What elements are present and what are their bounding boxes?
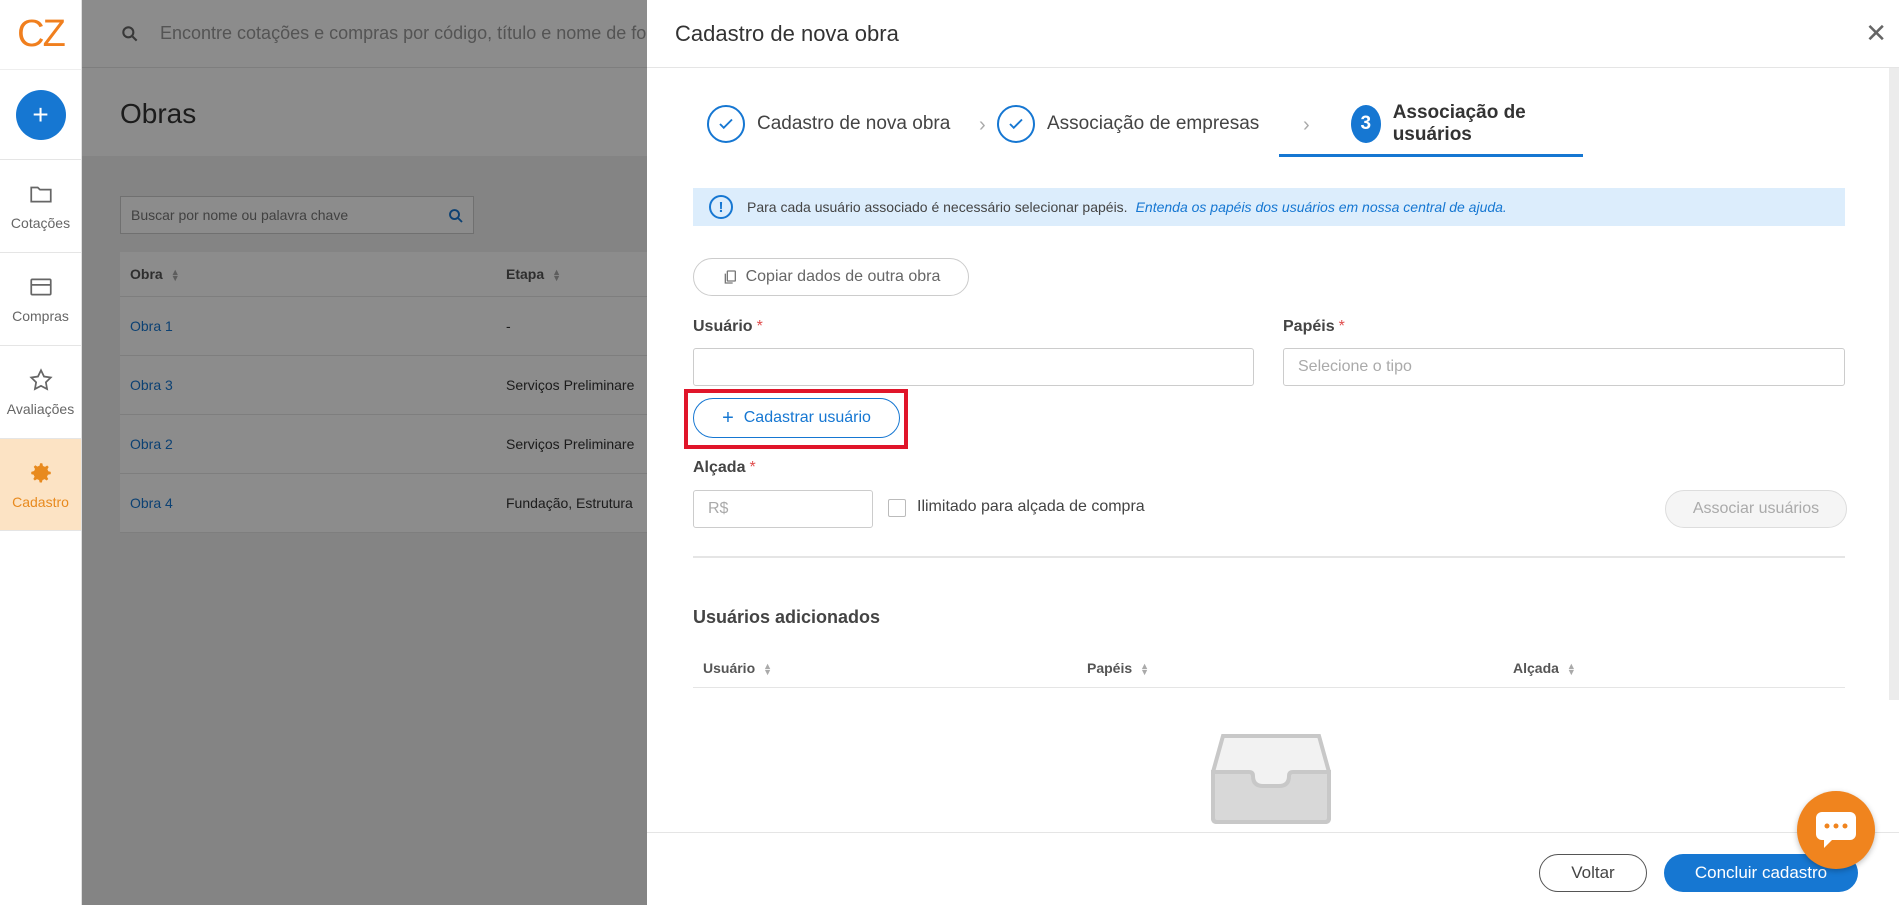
alcada-label: Alçada * <box>693 459 756 476</box>
usuario-label: Usuário * <box>693 318 763 335</box>
new-button[interactable]: + <box>15 89 66 140</box>
column-header-alcada[interactable]: Alçada ▲ ▼ <box>1513 660 1576 677</box>
sidebar-item-label: Avaliações <box>6 401 75 417</box>
star-icon <box>28 368 53 391</box>
stepper: Cadastro de nova obra › Associação de em… <box>707 102 1557 160</box>
drawer-scrollbar[interactable] <box>1889 68 1899 700</box>
step-associacao-empresas[interactable]: Associação de empresas <box>997 104 1259 144</box>
step-label: Associação de empresas <box>1047 113 1260 134</box>
drawer-footer: Voltar Concluir cadastro <box>647 832 1899 905</box>
step-label: Associação de usuários <box>1392 102 1526 145</box>
papeis-select[interactable]: Selecione o tipo <box>1283 348 1845 386</box>
copy-data-label: Copiar dados de outra obra <box>745 268 941 285</box>
new-obra-drawer: Cadastro de nova obra ✕ Cadastro de nova… <box>647 0 1899 905</box>
check-icon <box>707 105 745 143</box>
card-icon <box>29 278 52 296</box>
sidebar-item-cadastro[interactable]: Cadastro <box>0 439 81 531</box>
sidebar-item-label: Compras <box>12 308 69 324</box>
papeis-placeholder: Selecione o tipo <box>1298 358 1412 375</box>
step-cadastro-obra[interactable]: Cadastro de nova obra <box>707 104 950 144</box>
sort-icon[interactable]: ▲ ▼ <box>1567 662 1576 677</box>
column-header-papeis[interactable]: Papéis ▲ ▼ <box>1087 660 1149 677</box>
back-button[interactable]: Voltar <box>1539 854 1647 892</box>
sidebar-item-label: Cadastro <box>12 493 69 510</box>
empty-inbox-icon <box>1211 734 1331 824</box>
chat-bubble-icon <box>1816 812 1856 848</box>
gear-icon <box>30 462 51 483</box>
step-label: Cadastro de nova obra <box>757 113 951 134</box>
modal-overlay[interactable] <box>82 0 647 905</box>
copy-data-button[interactable]: Copiar dados de outra obra <box>693 258 969 296</box>
divider <box>693 556 1845 558</box>
added-users-title: Usuários adicionados <box>693 607 881 627</box>
sidebar-item-cotacoes[interactable]: Cotações <box>0 160 81 253</box>
drawer-header: Cadastro de nova obra ✕ <box>647 0 1899 68</box>
app-logo[interactable]: CZ <box>0 0 81 70</box>
info-text: Para cada usuário associado é necessário… <box>747 199 1128 215</box>
chat-button[interactable] <box>1797 791 1875 869</box>
associate-users-button[interactable]: Associar usuários <box>1665 490 1847 528</box>
plus-icon: + <box>722 407 734 429</box>
unlimited-checkbox[interactable] <box>888 499 906 517</box>
copy-icon <box>724 270 736 284</box>
chevron-right-icon: › <box>979 114 986 136</box>
close-icon[interactable]: ✕ <box>1865 20 1887 46</box>
sort-icon[interactable]: ▲ ▼ <box>1140 662 1149 677</box>
alcada-input[interactable]: R$ <box>693 490 873 528</box>
info-icon: ! <box>709 195 733 219</box>
folder-icon <box>29 186 52 203</box>
chevron-right-icon: › <box>1303 114 1310 136</box>
active-step-indicator <box>1279 154 1583 157</box>
register-user-button[interactable]: + Cadastrar usuário <box>693 398 900 438</box>
drawer-title: Cadastro de nova obra <box>675 21 899 46</box>
alcada-placeholder: R$ <box>708 500 729 517</box>
info-banner: ! Para cada usuário associado é necessár… <box>693 188 1845 226</box>
sort-icon[interactable]: ▲ ▼ <box>763 662 772 677</box>
register-user-label: Cadastrar usuário <box>743 409 871 426</box>
step-associacao-usuarios[interactable]: 3 Associação de usuários <box>1351 102 1557 145</box>
sidebar-item-label: Cotações <box>10 215 71 231</box>
unlimited-label[interactable]: Ilimitado para alçada de compra <box>917 498 1145 516</box>
usuario-input[interactable] <box>693 348 1254 386</box>
check-icon <box>997 105 1035 143</box>
step-number: 3 <box>1351 105 1381 143</box>
sidebar-item-compras[interactable]: Compras <box>0 253 81 346</box>
papeis-label: Papéis * <box>1283 318 1345 335</box>
new-button-wrapper: + <box>0 70 81 160</box>
added-users-table-header: Usuário ▲ ▼ Papéis ▲ ▼ Alçada ▲ ▼ <box>693 648 1845 688</box>
help-center-link[interactable]: Entenda os papéis dos usuários em nossa … <box>1136 199 1507 215</box>
sidebar-item-avaliacoes[interactable]: Avaliações <box>0 346 81 439</box>
sidebar: CZ + Cotações Compras Avaliações Cadastr… <box>0 0 82 905</box>
column-header-usuario[interactable]: Usuário ▲ ▼ <box>703 660 772 677</box>
